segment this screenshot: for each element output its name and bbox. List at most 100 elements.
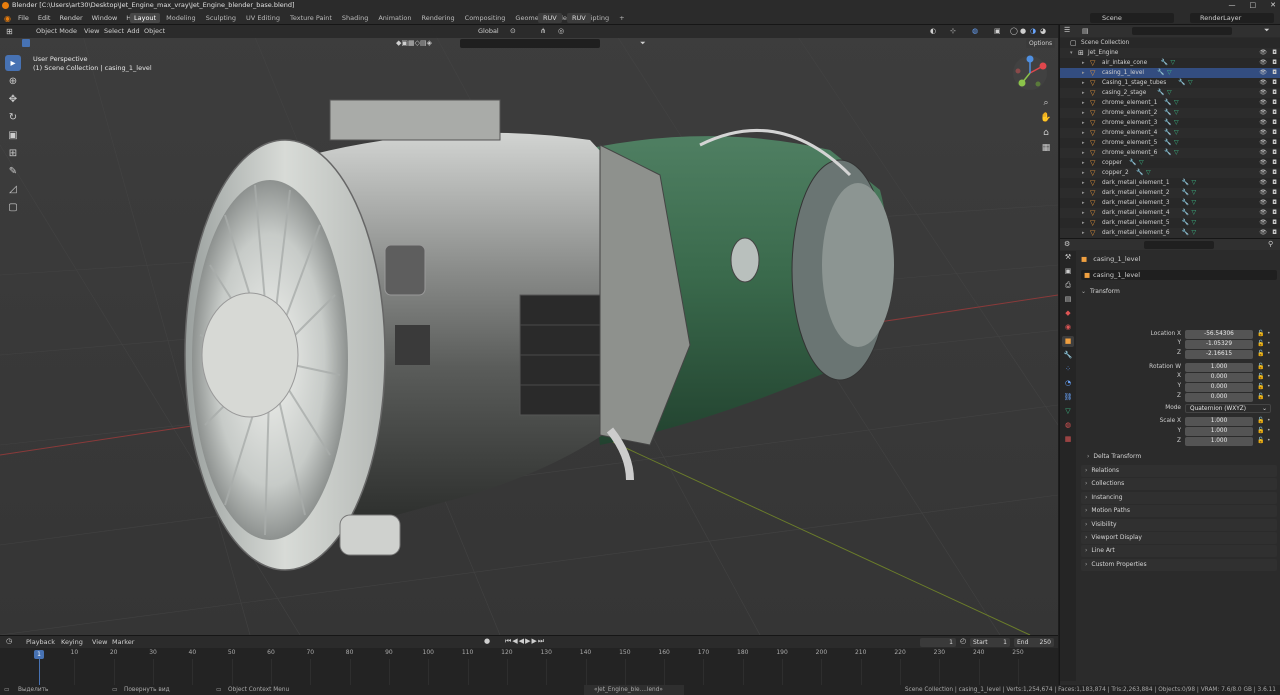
visibility-icon[interactable]: ◐ xyxy=(930,25,936,38)
modifier-wrench-icon[interactable]: 🔧 xyxy=(1178,78,1185,88)
transform-panel-header[interactable]: ⌄ Transform xyxy=(1081,286,1277,298)
menu-file[interactable]: File xyxy=(18,11,29,25)
add-workspace-button[interactable]: + xyxy=(615,13,628,23)
rotation-mode-dropdown[interactable]: Quaternion (WXYZ) ⌄ xyxy=(1185,404,1271,413)
eye-icon[interactable]: 👁 xyxy=(1259,178,1267,188)
material-tab-icon[interactable]: ◍ xyxy=(1062,420,1074,431)
eye-icon[interactable]: 👁 xyxy=(1259,208,1267,218)
location-y-field[interactable]: -1.05329 xyxy=(1185,340,1253,349)
object-tab-icon[interactable]: ■ xyxy=(1062,336,1074,347)
panel-line-art[interactable]: › Line Art xyxy=(1081,545,1277,558)
modifier-wrench-icon[interactable]: 🔧 xyxy=(1164,118,1171,128)
outliner[interactable]: ▢ Scene Collection ▾ ⊞ Jet_Engine 👁 ◘ ▸ ▽ air_int… xyxy=(1060,38,1280,238)
navigation-gizmo[interactable] xyxy=(1010,53,1050,93)
expand-arrow-icon[interactable]: ▸ xyxy=(1082,88,1085,98)
rotation-y-field[interactable]: 0.000 xyxy=(1185,383,1253,392)
blender-menu-icon[interactable]: ◉ xyxy=(4,14,11,23)
location-x-field[interactable]: -56.54306 xyxy=(1185,330,1253,339)
keyframe-dot-icon[interactable]: • xyxy=(1267,373,1271,380)
physics-tab-icon[interactable]: ◔ xyxy=(1062,378,1074,389)
eye-icon[interactable]: 👁 xyxy=(1259,128,1267,138)
lock-icon[interactable]: 🔓 xyxy=(1257,427,1264,434)
location-z-field[interactable]: -2.16615 xyxy=(1185,350,1253,359)
modifier-wrench-icon[interactable]: 🔧 xyxy=(1161,58,1168,68)
menu-select[interactable]: Select xyxy=(104,25,124,38)
outliner-object-row[interactable]: ▸ ▽ chrome_element_4 🔧 ▽ 👁 ◘ xyxy=(1060,128,1280,138)
render-camera-icon[interactable]: ◘ xyxy=(1272,128,1277,138)
outliner-object-row[interactable]: ▸ ▽ dark_metall_element_4 🔧 ▽ 👁 ◘ xyxy=(1060,208,1280,218)
modifier-wrench-icon[interactable]: 🔧 xyxy=(1164,138,1171,148)
move-icon[interactable]: ✥ xyxy=(5,91,21,107)
timeline-editor-icon[interactable]: ◷ xyxy=(6,637,12,645)
eye-icon[interactable]: 👁 xyxy=(1259,158,1267,168)
annotate-icon[interactable]: ✎ xyxy=(5,163,21,179)
pan-hand-icon[interactable]: ✋ xyxy=(1040,112,1052,124)
scene-selector[interactable]: Scene xyxy=(1090,13,1174,23)
expand-arrow-icon[interactable]: ▸ xyxy=(1082,228,1085,238)
mesh-data-icon[interactable]: ▽ xyxy=(1171,58,1176,68)
proportional-edit-icon[interactable]: ◎ xyxy=(558,25,564,38)
mesh-data-icon[interactable]: ▽ xyxy=(1192,208,1197,218)
render-camera-icon[interactable]: ◘ xyxy=(1272,48,1277,58)
transform-icon[interactable]: ⊞ xyxy=(5,145,21,161)
eye-icon[interactable]: 👁 xyxy=(1259,58,1267,68)
outliner-collection[interactable]: ▾ ⊞ Jet_Engine 👁 ◘ xyxy=(1060,48,1280,58)
scale-y-field[interactable]: 1.000 xyxy=(1185,427,1253,436)
outliner-object-row[interactable]: ▸ ▽ chrome_element_6 🔧 ▽ 👁 ◘ xyxy=(1060,148,1280,158)
menu-view-timeline[interactable]: View xyxy=(92,638,107,646)
lock-icon[interactable]: 🔓 xyxy=(1257,330,1264,337)
modifier-wrench-icon[interactable]: 🔧 xyxy=(1136,168,1143,178)
expand-arrow-icon[interactable]: ▸ xyxy=(1082,148,1085,158)
eye-icon[interactable]: 👁 xyxy=(1259,228,1267,238)
eye-icon[interactable]: 👁 xyxy=(1259,148,1267,158)
rotate-icon[interactable]: ↻ xyxy=(5,109,21,125)
expand-arrow-icon[interactable]: ▸ xyxy=(1082,218,1085,228)
timeline[interactable]: ◷ Playback Keying View Marker ● ⏮◀◀▶▶⏭ 1… xyxy=(0,635,1058,686)
gizmo-toggle-icon[interactable]: ⊹ xyxy=(950,25,956,38)
tab-compositing[interactable]: Compositing xyxy=(461,13,510,23)
mesh-data-icon[interactable]: ▽ xyxy=(1174,148,1179,158)
pin-icon[interactable]: ⚲ xyxy=(1268,240,1273,248)
outliner-search[interactable] xyxy=(1132,27,1232,35)
keyframe-dot-icon[interactable]: • xyxy=(1267,350,1271,357)
eye-icon[interactable]: 👁 xyxy=(1259,68,1267,78)
overlay-toggle-icon[interactable]: ◍ xyxy=(972,25,978,38)
mesh-data-icon[interactable]: ▽ xyxy=(1174,138,1179,148)
data-tab-icon[interactable]: ▽ xyxy=(1062,406,1074,417)
render-camera-icon[interactable]: ◘ xyxy=(1272,58,1277,68)
expand-arrow-icon[interactable]: ▸ xyxy=(1082,168,1085,178)
scale-x-field[interactable]: 1.000 xyxy=(1185,417,1253,426)
rotation-x-field[interactable]: 0.000 xyxy=(1185,373,1253,382)
mesh-data-icon[interactable]: ▽ xyxy=(1174,98,1179,108)
outliner-object-row[interactable]: ▸ ▽ chrome_element_1 🔧 ▽ 👁 ◘ xyxy=(1060,98,1280,108)
eye-icon[interactable]: 👁 xyxy=(1259,78,1267,88)
scale-icon[interactable]: ▣ xyxy=(5,127,21,143)
output-tab-icon[interactable]: ⎙ xyxy=(1062,280,1074,291)
editor-type-icon[interactable]: ⊞ xyxy=(6,25,13,38)
zoom-icon[interactable]: ⌕ xyxy=(1040,97,1052,109)
shading-wireframe-icon[interactable]: ◯ xyxy=(1010,25,1018,38)
menu-add[interactable]: Add xyxy=(127,25,140,38)
expand-arrow-icon[interactable]: ▸ xyxy=(1082,178,1085,188)
camera-view-icon[interactable]: ⌂ xyxy=(1040,127,1052,139)
render-camera-icon[interactable]: ◘ xyxy=(1272,108,1277,118)
outliner-object-row[interactable]: ▸ ▽ copper_2 🔧 ▽ 👁 ◘ xyxy=(1060,168,1280,178)
mesh-data-icon[interactable]: ▽ xyxy=(1139,158,1144,168)
keyframe-dot-icon[interactable]: • xyxy=(1267,330,1271,337)
filter-funnel-icon[interactable]: ⏷ xyxy=(640,39,646,48)
select-mode-icon[interactable] xyxy=(22,39,30,47)
lock-icon[interactable]: 🔓 xyxy=(1257,417,1264,424)
object-name-field[interactable]: ■ casing_1_level xyxy=(1081,270,1277,280)
eye-icon[interactable]: 👁 xyxy=(1259,48,1267,58)
expand-arrow-icon[interactable]: ▸ xyxy=(1082,208,1085,218)
render-camera-icon[interactable]: ◘ xyxy=(1272,228,1277,238)
mesh-data-icon[interactable]: ▽ xyxy=(1167,68,1172,78)
keyframe-dot-icon[interactable]: • xyxy=(1267,393,1271,400)
viewport-search[interactable] xyxy=(460,39,600,48)
panel-motion-paths[interactable]: › Motion Paths xyxy=(1081,505,1277,518)
mesh-data-icon[interactable]: ▽ xyxy=(1167,88,1172,98)
expand-arrow-icon[interactable]: ▸ xyxy=(1082,198,1085,208)
mesh-data-icon[interactable]: ▽ xyxy=(1192,228,1197,238)
render-camera-icon[interactable]: ◘ xyxy=(1272,78,1277,88)
render-camera-icon[interactable]: ◘ xyxy=(1272,148,1277,158)
